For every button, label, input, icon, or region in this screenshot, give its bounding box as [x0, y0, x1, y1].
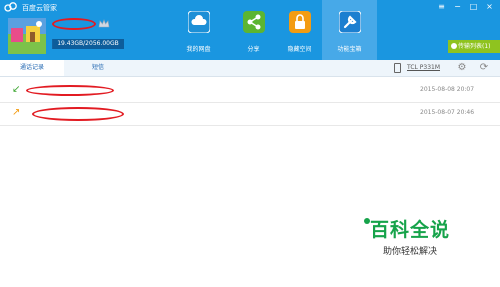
watermark-title: 百科全说 — [370, 219, 451, 241]
share-icon — [243, 11, 265, 33]
tab-label: 通话记录 — [19, 64, 44, 71]
lock-icon — [289, 11, 311, 33]
transfer-icon — [451, 43, 457, 49]
contact-redacted-mark — [26, 85, 114, 96]
transfer-list-label: 传输列表(1) — [458, 43, 491, 50]
wrench-icon — [338, 10, 362, 34]
avatar[interactable] — [8, 18, 46, 54]
window-controls: ≡ − □ × — [434, 1, 497, 13]
incoming-call-icon: ↙ — [12, 84, 21, 95]
username-redacted-mark — [52, 18, 96, 30]
nav-label: 我的网盘 — [186, 46, 211, 53]
settings-icon[interactable]: ⚙ — [456, 62, 468, 74]
storage-usage-text: 19.43GB/2056.00GB — [57, 40, 119, 47]
phone-icon — [394, 63, 401, 73]
refresh-icon[interactable]: ⟳ — [478, 62, 490, 74]
watermark-subtitle: 助你轻松解决 — [383, 247, 438, 257]
nav-label: 功能宝箱 — [337, 46, 362, 53]
list-item[interactable]: ↗ 2015-08-07 20:46 — [0, 103, 500, 126]
nav-label: 隐藏空间 — [287, 46, 312, 53]
transfer-list-button[interactable]: 传输列表(1) — [448, 40, 500, 53]
list-item[interactable]: ↙ 2015-08-08 20:07 — [0, 80, 500, 103]
nav-feature-box[interactable]: 功能宝箱 — [322, 0, 377, 60]
tab-sms[interactable]: 短信 — [76, 60, 120, 76]
baidu-cloud-logo-icon — [4, 2, 17, 12]
vip-crown-icon — [98, 19, 110, 28]
maximize-button[interactable]: □ — [466, 1, 481, 13]
menu-button[interactable]: ≡ — [434, 1, 449, 13]
watermark-dot-icon — [364, 218, 370, 224]
contact-redacted-mark — [32, 107, 124, 121]
minimize-button[interactable]: − — [450, 1, 465, 13]
storage-usage-bar: 19.43GB/2056.00GB — [52, 39, 124, 49]
top-header: 百度云管家 ≡ − □ × 19.43GB/2056.00GB 我的网盘 分享 … — [0, 0, 500, 60]
outgoing-call-icon: ↗ — [12, 107, 21, 118]
call-time: 2015-08-07 20:46 — [420, 109, 475, 116]
nav-my-netdisk[interactable]: 我的网盘 — [171, 0, 226, 60]
close-button[interactable]: × — [482, 1, 497, 13]
nav-hidden-space[interactable]: 隐藏空间 — [272, 0, 327, 60]
tab-call-records[interactable]: 通话记录 — [0, 60, 64, 76]
call-time: 2015-08-08 20:07 — [420, 86, 475, 93]
device-name-link[interactable]: TCL P331M — [407, 63, 440, 73]
watermark: 百科全说 助你轻松解决 — [364, 215, 451, 257]
tab-label: 短信 — [91, 64, 104, 71]
window-title: 百度云管家 — [22, 4, 57, 12]
cloud-icon — [187, 10, 211, 34]
